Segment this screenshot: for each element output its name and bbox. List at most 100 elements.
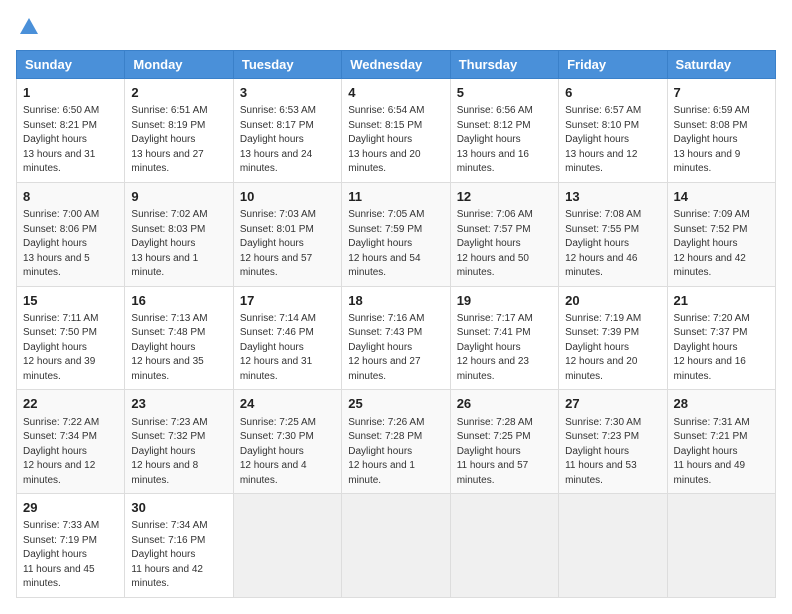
- calendar-cell: 8 Sunrise: 7:00 AMSunset: 8:06 PMDaylight…: [17, 182, 125, 286]
- calendar-cell: 3 Sunrise: 6:53 AMSunset: 8:17 PMDaylight…: [233, 79, 341, 183]
- day-info: Sunrise: 7:16 AMSunset: 7:43 PMDaylight …: [348, 312, 443, 385]
- day-info: Sunrise: 6:50 AMSunset: 8:21 PMDaylight …: [23, 104, 118, 177]
- calendar-cell: 26 Sunrise: 7:28 AMSunset: 7:25 PMDayligh…: [450, 390, 558, 494]
- day-info: Sunrise: 7:22 AMSunset: 7:34 PMDaylight …: [23, 416, 118, 489]
- day-info: Sunrise: 7:11 AMSunset: 7:50 PMDaylight …: [23, 312, 118, 385]
- day-info: Sunrise: 7:34 AMSunset: 7:16 PMDaylight …: [131, 519, 226, 592]
- calendar-week-5: 29 Sunrise: 7:33 AMSunset: 7:19 PMDayligh…: [17, 494, 776, 598]
- calendar-week-4: 22 Sunrise: 7:22 AMSunset: 7:34 PMDayligh…: [17, 390, 776, 494]
- day-number: 21: [674, 292, 769, 310]
- day-number: 22: [23, 395, 118, 413]
- weekday-header-friday: Friday: [559, 51, 667, 79]
- day-info: Sunrise: 6:53 AMSunset: 8:17 PMDaylight …: [240, 104, 335, 177]
- calendar-cell: 27 Sunrise: 7:30 AMSunset: 7:23 PMDayligh…: [559, 390, 667, 494]
- day-number: 24: [240, 395, 335, 413]
- day-info: Sunrise: 7:14 AMSunset: 7:46 PMDaylight …: [240, 312, 335, 385]
- calendar-cell: 13Sunrise: 7:08 AMSunset: 7:55 PMDayligh…: [559, 182, 667, 286]
- day-info: Sunrise: 7:26 AMSunset: 7:28 PMDaylight …: [348, 416, 443, 489]
- day-info: Sunrise: 6:56 AMSunset: 8:12 PMDaylight …: [457, 104, 552, 177]
- day-number: 18: [348, 292, 443, 310]
- day-number: 29: [23, 499, 118, 517]
- calendar-cell: 22 Sunrise: 7:22 AMSunset: 7:34 PMDayligh…: [17, 390, 125, 494]
- weekday-header-row: SundayMondayTuesdayWednesdayThursdayFrid…: [17, 51, 776, 79]
- day-number: 6: [565, 84, 660, 102]
- day-number: 8: [23, 188, 118, 206]
- calendar-cell: 6 Sunrise: 6:57 AMSunset: 8:10 PMDaylight…: [559, 79, 667, 183]
- calendar-cell: 30Sunrise: 7:34 AMSunset: 7:16 PMDayligh…: [125, 494, 233, 598]
- day-info: Sunrise: 6:57 AMSunset: 8:10 PMDaylight …: [565, 104, 660, 177]
- day-number: 17: [240, 292, 335, 310]
- day-number: 13: [565, 188, 660, 206]
- calendar-cell: 2 Sunrise: 6:51 AMSunset: 8:19 PMDaylight…: [125, 79, 233, 183]
- calendar-cell: 29 Sunrise: 7:33 AMSunset: 7:19 PMDayligh…: [17, 494, 125, 598]
- calendar-cell: [450, 494, 558, 598]
- weekday-header-saturday: Saturday: [667, 51, 775, 79]
- day-number: 11: [348, 188, 443, 206]
- day-info: Sunrise: 7:00 AMSunset: 8:06 PMDaylight …: [23, 208, 118, 281]
- day-number: 3: [240, 84, 335, 102]
- day-number: 20: [565, 292, 660, 310]
- calendar-cell: 16 Sunrise: 7:13 AMSunset: 7:48 PMDayligh…: [125, 286, 233, 390]
- day-info: Sunrise: 7:02 AMSunset: 8:03 PMDaylight …: [131, 208, 226, 281]
- day-info: Sunrise: 7:31 AMSunset: 7:21 PMDaylight …: [674, 416, 769, 489]
- day-number: 12: [457, 188, 552, 206]
- day-number: 10: [240, 188, 335, 206]
- day-number: 27: [565, 395, 660, 413]
- calendar-week-1: 1Sunrise: 6:50 AMSunset: 8:21 PMDaylight…: [17, 79, 776, 183]
- day-number: 16: [131, 292, 226, 310]
- calendar-cell: 7 Sunrise: 6:59 AMSunset: 8:08 PMDaylight…: [667, 79, 775, 183]
- day-info: Sunrise: 7:20 AMSunset: 7:37 PMDaylight …: [674, 312, 769, 385]
- day-info: Sunrise: 6:59 AMSunset: 8:08 PMDaylight …: [674, 104, 769, 177]
- calendar-cell: 4 Sunrise: 6:54 AMSunset: 8:15 PMDaylight…: [342, 79, 450, 183]
- weekday-header-tuesday: Tuesday: [233, 51, 341, 79]
- day-info: Sunrise: 7:13 AMSunset: 7:48 PMDaylight …: [131, 312, 226, 385]
- logo: [16, 16, 42, 38]
- logo-icon: [18, 16, 40, 38]
- day-number: 9: [131, 188, 226, 206]
- day-number: 7: [674, 84, 769, 102]
- calendar-cell: 15 Sunrise: 7:11 AMSunset: 7:50 PMDayligh…: [17, 286, 125, 390]
- day-info: Sunrise: 7:23 AMSunset: 7:32 PMDaylight …: [131, 416, 226, 489]
- calendar-cell: [667, 494, 775, 598]
- calendar-cell: 9 Sunrise: 7:02 AMSunset: 8:03 PMDaylight…: [125, 182, 233, 286]
- weekday-header-monday: Monday: [125, 51, 233, 79]
- day-info: Sunrise: 7:05 AMSunset: 7:59 PMDaylight …: [348, 208, 443, 281]
- weekday-header-thursday: Thursday: [450, 51, 558, 79]
- calendar-cell: 20Sunrise: 7:19 AMSunset: 7:39 PMDayligh…: [559, 286, 667, 390]
- calendar-cell: 24Sunrise: 7:25 AMSunset: 7:30 PMDayligh…: [233, 390, 341, 494]
- day-info: Sunrise: 7:28 AMSunset: 7:25 PMDaylight …: [457, 416, 552, 489]
- day-info: Sunrise: 7:06 AMSunset: 7:57 PMDaylight …: [457, 208, 552, 281]
- calendar-cell: 5Sunrise: 6:56 AMSunset: 8:12 PMDaylight…: [450, 79, 558, 183]
- calendar-cell: 21 Sunrise: 7:20 AMSunset: 7:37 PMDayligh…: [667, 286, 775, 390]
- day-number: 26: [457, 395, 552, 413]
- day-info: Sunrise: 6:54 AMSunset: 8:15 PMDaylight …: [348, 104, 443, 177]
- calendar-cell: [342, 494, 450, 598]
- page-header: [16, 16, 776, 38]
- calendar-cell: 1Sunrise: 6:50 AMSunset: 8:21 PMDaylight…: [17, 79, 125, 183]
- calendar-cell: 10 Sunrise: 7:03 AMSunset: 8:01 PMDayligh…: [233, 182, 341, 286]
- day-number: 15: [23, 292, 118, 310]
- day-number: 4: [348, 84, 443, 102]
- calendar-week-3: 15 Sunrise: 7:11 AMSunset: 7:50 PMDayligh…: [17, 286, 776, 390]
- day-info: Sunrise: 7:30 AMSunset: 7:23 PMDaylight …: [565, 416, 660, 489]
- day-number: 25: [348, 395, 443, 413]
- calendar-cell: 11 Sunrise: 7:05 AMSunset: 7:59 PMDayligh…: [342, 182, 450, 286]
- calendar-week-2: 8 Sunrise: 7:00 AMSunset: 8:06 PMDaylight…: [17, 182, 776, 286]
- day-number: 19: [457, 292, 552, 310]
- day-number: 28: [674, 395, 769, 413]
- day-info: Sunrise: 7:09 AMSunset: 7:52 PMDaylight …: [674, 208, 769, 281]
- weekday-header-wednesday: Wednesday: [342, 51, 450, 79]
- day-info: Sunrise: 7:33 AMSunset: 7:19 PMDaylight …: [23, 519, 118, 592]
- calendar-cell: 28 Sunrise: 7:31 AMSunset: 7:21 PMDayligh…: [667, 390, 775, 494]
- calendar-cell: 25 Sunrise: 7:26 AMSunset: 7:28 PMDayligh…: [342, 390, 450, 494]
- day-info: Sunrise: 7:03 AMSunset: 8:01 PMDaylight …: [240, 208, 335, 281]
- calendar-cell: 12 Sunrise: 7:06 AMSunset: 7:57 PMDayligh…: [450, 182, 558, 286]
- day-number: 23: [131, 395, 226, 413]
- day-info: Sunrise: 7:17 AMSunset: 7:41 PMDaylight …: [457, 312, 552, 385]
- day-info: Sunrise: 6:51 AMSunset: 8:19 PMDaylight …: [131, 104, 226, 177]
- day-number: 14: [674, 188, 769, 206]
- calendar-cell: [233, 494, 341, 598]
- weekday-header-sunday: Sunday: [17, 51, 125, 79]
- day-number: 2: [131, 84, 226, 102]
- logo-text: [16, 16, 42, 38]
